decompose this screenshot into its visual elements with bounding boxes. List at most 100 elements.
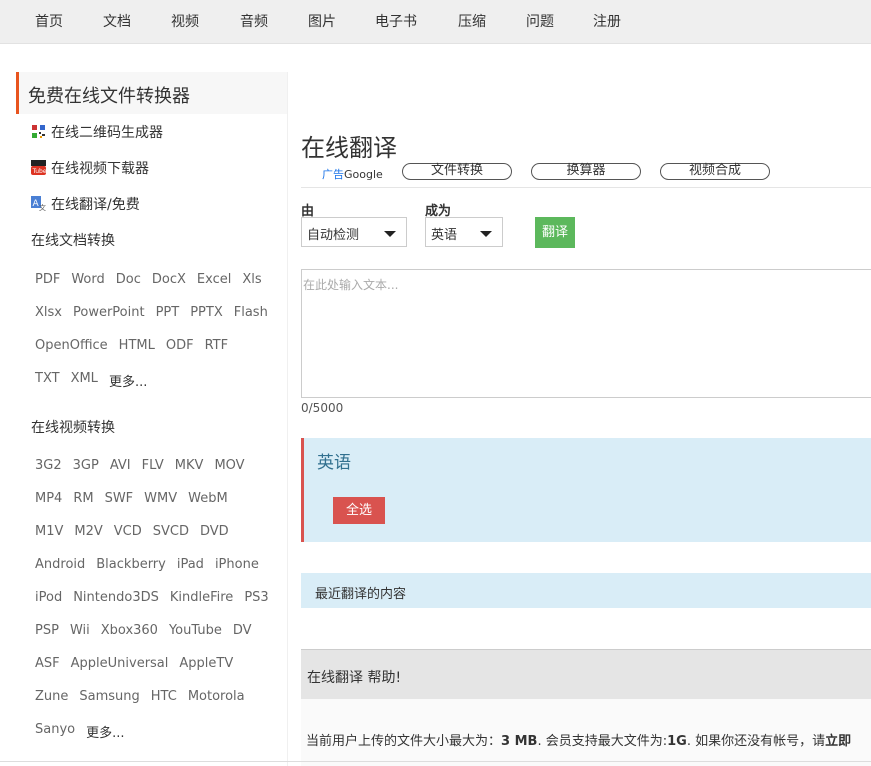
source-text-input[interactable]: 在此处输入文本... bbox=[301, 269, 871, 398]
help-text-part: . 如果你还没有帐号，请 bbox=[686, 734, 826, 749]
video-format-link[interactable]: KindleFire bbox=[170, 590, 233, 605]
recent-translations-bar[interactable]: 最近翻译的内容 bbox=[301, 573, 871, 608]
chevron-down-icon bbox=[384, 231, 396, 237]
nav-link-1[interactable]: 文档 bbox=[103, 11, 131, 31]
nav-link-0[interactable]: 首页 bbox=[35, 11, 63, 31]
doc-format-link[interactable]: DocX bbox=[152, 272, 186, 287]
tab-converter[interactable]: 换算器 bbox=[531, 163, 641, 180]
video-format-link[interactable]: Android bbox=[35, 557, 85, 572]
video-format-link[interactable]: DVD bbox=[200, 524, 229, 539]
translate-icon: A 文 bbox=[31, 196, 46, 211]
video-format-link[interactable]: Zune bbox=[35, 689, 68, 704]
video-format-link[interactable]: M1V bbox=[35, 524, 63, 539]
help-body: 当前用户上传的文件大小最大为：3 MB. 会员支持最大文件为:1G. 如果你还没… bbox=[301, 699, 871, 766]
help-header: 在线翻译 帮助! bbox=[301, 649, 871, 700]
doc-format-link[interactable]: PDF bbox=[35, 272, 60, 287]
sidebar-tool-video-downloader[interactable]: Tube 在线视频下载器 bbox=[31, 158, 149, 178]
recent-translations-label: 最近翻译的内容 bbox=[315, 587, 407, 602]
doc-format-link[interactable]: Xls bbox=[242, 272, 261, 287]
target-language-select[interactable]: 英语 bbox=[425, 217, 503, 247]
ad-brand: Google bbox=[344, 168, 383, 181]
doc-format-link[interactable]: RTF bbox=[205, 338, 229, 353]
video-format-link[interactable]: HTC bbox=[151, 689, 177, 704]
help-text-part: 当前用户上传的文件大小最大为： bbox=[306, 734, 502, 749]
doc-format-link[interactable]: PPTX bbox=[190, 305, 223, 320]
tab-video-merge[interactable]: 视频合成 bbox=[660, 163, 770, 180]
video-format-link[interactable]: Samsung bbox=[79, 689, 139, 704]
sidebar-title-label: 免费在线文件转换器 bbox=[28, 86, 190, 107]
video-format-link[interactable]: 3G2 bbox=[35, 458, 62, 473]
main-content: 在线翻译 广告Google 文件转换 换算器 视频合成 由 成为 自动检测 英语… bbox=[301, 0, 871, 766]
video-format-link[interactable]: MP4 bbox=[35, 491, 62, 506]
video-format-link[interactable]: iPad bbox=[177, 557, 204, 572]
result-language: 英语 bbox=[317, 453, 351, 473]
doc-format-link[interactable]: HTML bbox=[119, 338, 155, 353]
sidebar-tool-translate[interactable]: A 文 在线翻译/免费 bbox=[31, 194, 140, 214]
doc-format-link[interactable]: OpenOffice bbox=[35, 338, 108, 353]
video-format-link[interactable]: YouTube bbox=[169, 623, 222, 638]
doc-format-link[interactable]: Word bbox=[71, 272, 104, 287]
video-format-link[interactable]: PSP bbox=[35, 623, 59, 638]
doc-format-link[interactable]: Xlsx bbox=[35, 305, 62, 320]
select-all-button[interactable]: 全选 bbox=[333, 497, 385, 524]
video-format-link[interactable]: FLV bbox=[142, 458, 164, 473]
translate-button[interactable]: 翻译 bbox=[535, 217, 575, 248]
video-format-link[interactable]: Nintendo3DS bbox=[73, 590, 159, 605]
sidebar-tool-label: 在线视频下载器 bbox=[51, 161, 149, 177]
max-size-value: 3 MB bbox=[501, 734, 538, 749]
google-ad-label[interactable]: 广告Google bbox=[322, 166, 383, 182]
doc-format-link[interactable]: TXT bbox=[35, 371, 60, 386]
sidebar-title[interactable]: 免费在线文件转换器 bbox=[16, 72, 287, 114]
video-format-link[interactable]: WebM bbox=[188, 491, 228, 506]
video-format-link[interactable]: WMV bbox=[144, 491, 177, 506]
doc-format-link[interactable]: XML bbox=[71, 371, 98, 386]
doc-format-link[interactable]: PPT bbox=[156, 305, 180, 320]
svg-text:Tube: Tube bbox=[32, 168, 47, 175]
doc-format-link[interactable]: PowerPoint bbox=[73, 305, 145, 320]
video-format-link[interactable]: VCD bbox=[114, 524, 142, 539]
register-link[interactable]: 立即 bbox=[825, 734, 851, 749]
video-format-link[interactable]: ASF bbox=[35, 656, 60, 671]
sidebar-tool-qr[interactable]: 在线二维码生成器 bbox=[31, 122, 163, 142]
nav-link-2[interactable]: 视频 bbox=[171, 11, 199, 31]
video-format-link[interactable]: DV bbox=[233, 623, 252, 638]
video-format-link[interactable]: iPod bbox=[35, 590, 62, 605]
video-format-link[interactable]: AppleTV bbox=[179, 656, 233, 671]
video-format-link[interactable]: PS3 bbox=[244, 590, 268, 605]
video-format-link[interactable]: Blackberry bbox=[96, 557, 166, 572]
ad-tag: 广告 bbox=[322, 168, 344, 181]
video-format-link[interactable]: AVI bbox=[110, 458, 131, 473]
doc-format-link[interactable]: ODF bbox=[166, 338, 194, 353]
doc-format-link[interactable]: 更多... bbox=[109, 371, 147, 390]
input-placeholder: 在此处输入文本... bbox=[303, 278, 399, 292]
doc-format-link[interactable]: Flash bbox=[234, 305, 268, 320]
nav-link-3[interactable]: 音频 bbox=[240, 11, 268, 31]
youtube-icon: Tube bbox=[31, 160, 46, 175]
video-format-link[interactable]: 更多... bbox=[86, 722, 124, 741]
video-format-link[interactable]: Wii bbox=[70, 623, 90, 638]
video-format-link[interactable]: 3GP bbox=[73, 458, 99, 473]
video-format-link[interactable]: SVCD bbox=[153, 524, 189, 539]
svg-text:文: 文 bbox=[39, 203, 46, 211]
video-section-title: 在线视频转换 bbox=[31, 420, 115, 436]
doc-format-link[interactable]: Excel bbox=[197, 272, 231, 287]
video-format-link[interactable]: Sanyo bbox=[35, 722, 75, 737]
chevron-down-icon bbox=[480, 231, 492, 237]
video-format-link[interactable]: Motorola bbox=[188, 689, 245, 704]
tab-file-convert[interactable]: 文件转换 bbox=[402, 163, 512, 180]
doc-section-title: 在线文档转换 bbox=[31, 233, 115, 249]
video-format-link[interactable]: Xbox360 bbox=[101, 623, 158, 638]
video-format-link[interactable]: MKV bbox=[175, 458, 204, 473]
sidebar: 免费在线文件转换器 在线二维码生成器 Tube 在线视频下载器 A 文 在线翻译… bbox=[16, 72, 288, 766]
video-format-link[interactable]: SWF bbox=[105, 491, 134, 506]
video-format-link[interactable]: RM bbox=[73, 491, 93, 506]
video-format-link[interactable]: MOV bbox=[214, 458, 244, 473]
doc-format-link[interactable]: Doc bbox=[116, 272, 141, 287]
video-format-link[interactable]: M2V bbox=[74, 524, 102, 539]
qr-code-icon bbox=[31, 124, 46, 139]
video-format-link[interactable]: iPhone bbox=[215, 557, 259, 572]
video-format-link[interactable]: AppleUniversal bbox=[71, 656, 169, 671]
source-language-value: 自动检测 bbox=[307, 228, 360, 243]
source-language-select[interactable]: 自动检测 bbox=[301, 217, 407, 247]
translation-result-panel: 英语 全选 bbox=[301, 438, 871, 542]
